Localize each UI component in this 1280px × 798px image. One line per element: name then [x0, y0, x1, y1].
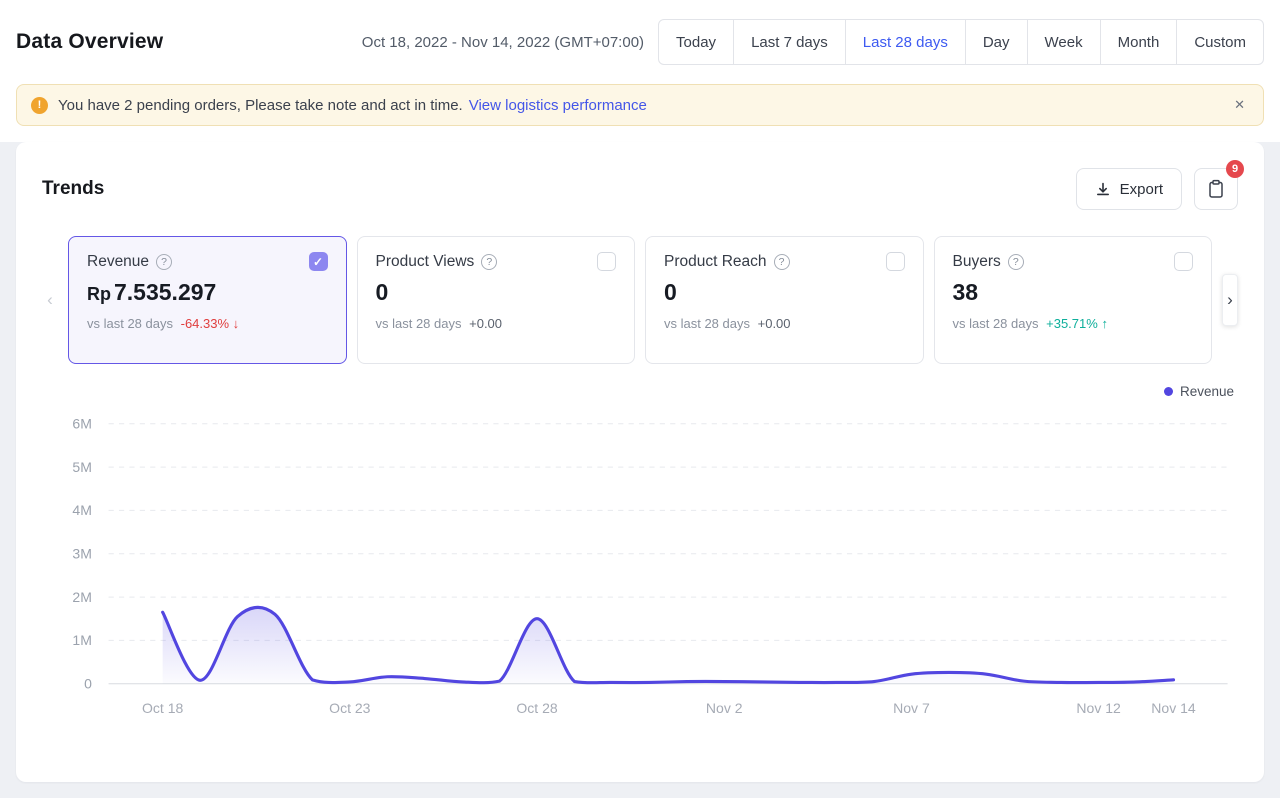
- metric-checkbox[interactable]: [597, 252, 616, 271]
- help-icon[interactable]: ?: [481, 254, 497, 270]
- help-icon[interactable]: ?: [156, 254, 172, 270]
- warning-icon: !: [31, 97, 48, 114]
- clipboard-button[interactable]: 9: [1194, 168, 1238, 210]
- delta-value: +35.71%: [1046, 316, 1098, 331]
- delta-value: +0.00: [469, 316, 502, 331]
- next-cards-button[interactable]: ›: [1222, 274, 1238, 326]
- tab-month[interactable]: Month: [1100, 19, 1178, 65]
- prev-cards-button[interactable]: ‹: [42, 274, 58, 326]
- close-icon[interactable]: ✕: [1230, 93, 1249, 117]
- svg-text:Nov 12: Nov 12: [1076, 700, 1121, 716]
- svg-text:Nov 2: Nov 2: [706, 700, 743, 716]
- section-title: Trends: [42, 178, 104, 200]
- chevron-left-icon: ‹: [47, 290, 53, 310]
- tab-week[interactable]: Week: [1027, 19, 1101, 65]
- tab-day[interactable]: Day: [965, 19, 1028, 65]
- export-button-label: Export: [1120, 181, 1163, 198]
- delta-value: +0.00: [758, 316, 791, 331]
- svg-text:1M: 1M: [72, 632, 91, 648]
- metric-title: Product Views: [376, 253, 475, 271]
- arrow-down-icon: ↓: [233, 316, 240, 331]
- metric-title: Revenue: [87, 253, 149, 271]
- metric-card-product-views[interactable]: Product Views ? 0 vs last 28 days +0.00: [357, 236, 636, 364]
- check-icon: ✓: [313, 255, 323, 269]
- currency-prefix: Rp: [87, 284, 111, 304]
- metric-compare: vs last 28 days -64.33% ↓: [87, 316, 328, 331]
- delta-value: -64.33%: [181, 316, 229, 331]
- tab-custom[interactable]: Custom: [1176, 19, 1264, 65]
- trends-header: Trends Export: [42, 168, 1238, 210]
- metric-compare: vs last 28 days +35.71% ↑: [953, 316, 1194, 331]
- arrow-up-icon: ↑: [1101, 316, 1108, 331]
- banner-message: You have 2 pending orders, Please take n…: [58, 97, 463, 114]
- clipboard-icon: [1207, 179, 1225, 199]
- metric-card-revenue[interactable]: Revenue ? ✓ Rp7.535.297 vs last 28 days …: [68, 236, 347, 364]
- metric-checkbox[interactable]: [1174, 252, 1193, 271]
- tab-last-7-days[interactable]: Last 7 days: [733, 19, 846, 65]
- help-icon[interactable]: ?: [1008, 254, 1024, 270]
- legend-label: Revenue: [1180, 384, 1234, 399]
- pending-orders-banner: ! You have 2 pending orders, Please take…: [16, 84, 1264, 126]
- metric-card-header: Revenue ? ✓: [87, 252, 328, 271]
- help-icon[interactable]: ?: [774, 254, 790, 270]
- metric-checkbox[interactable]: [886, 252, 905, 271]
- page-title: Data Overview: [16, 30, 163, 54]
- metric-card-header: Product Reach ?: [664, 252, 905, 271]
- svg-text:Oct 23: Oct 23: [329, 700, 370, 716]
- legend-dot: [1164, 387, 1173, 396]
- svg-text:3M: 3M: [72, 545, 91, 561]
- chart-area: 0 1M 2M 3M 4M 5M 6M Oct 18 Oct 23 Oct 28 Nov 2 Nov …: [42, 405, 1238, 742]
- svg-text:0: 0: [84, 675, 92, 691]
- metric-card-header: Buyers ?: [953, 252, 1194, 271]
- svg-text:Oct 18: Oct 18: [142, 700, 183, 716]
- export-button[interactable]: Export: [1076, 168, 1182, 210]
- chart-legend: Revenue: [42, 384, 1238, 399]
- metric-cards-carousel: ‹ Revenue ? ✓ Rp7.535.297 vs last 28 day…: [42, 236, 1238, 364]
- tab-last-28-days[interactable]: Last 28 days: [845, 19, 966, 65]
- metric-card-header: Product Views ?: [376, 252, 617, 271]
- date-filter-tab-group: Today Last 7 days Last 28 days Day Week …: [658, 19, 1264, 65]
- page: Data Overview Oct 18, 2022 - Nov 14, 202…: [0, 0, 1280, 798]
- svg-text:Nov 7: Nov 7: [893, 700, 930, 716]
- metric-value: 38: [953, 279, 1194, 306]
- chevron-right-icon: ›: [1227, 290, 1233, 310]
- notification-badge: 9: [1226, 160, 1244, 178]
- download-icon: [1095, 181, 1111, 197]
- svg-text:4M: 4M: [72, 502, 91, 518]
- metric-value: 0: [664, 279, 905, 306]
- metric-card-buyers[interactable]: Buyers ? 38 vs last 28 days +35.71% ↑: [934, 236, 1213, 364]
- svg-text:Nov 14: Nov 14: [1151, 700, 1196, 716]
- logistics-performance-link[interactable]: View logistics performance: [469, 97, 647, 114]
- metric-compare: vs last 28 days +0.00: [664, 316, 905, 331]
- revenue-chart: 0 1M 2M 3M 4M 5M 6M Oct 18 Oct 23 Oct 28 Nov 2 Nov …: [42, 405, 1238, 742]
- metric-compare: vs last 28 days +0.00: [376, 316, 617, 331]
- banner-wrap: ! You have 2 pending orders, Please take…: [0, 84, 1280, 142]
- svg-text:6M: 6M: [72, 415, 91, 431]
- svg-text:Oct 28: Oct 28: [516, 700, 557, 716]
- metric-checkbox[interactable]: ✓: [309, 252, 328, 271]
- content-area: Trends Export: [0, 142, 1280, 798]
- tab-today[interactable]: Today: [658, 19, 734, 65]
- svg-text:5M: 5M: [72, 459, 91, 475]
- metric-value: Rp7.535.297: [87, 279, 328, 306]
- date-range-label: Oct 18, 2022 - Nov 14, 2022 (GMT+07:00): [362, 34, 644, 51]
- metric-title: Buyers: [953, 253, 1001, 271]
- topbar: Data Overview Oct 18, 2022 - Nov 14, 202…: [0, 0, 1280, 84]
- metric-title: Product Reach: [664, 253, 767, 271]
- trends-card: Trends Export: [16, 142, 1264, 782]
- metric-value: 0: [376, 279, 617, 306]
- svg-text:2M: 2M: [72, 589, 91, 605]
- metric-card-product-reach[interactable]: Product Reach ? 0 vs last 28 days +0.00: [645, 236, 924, 364]
